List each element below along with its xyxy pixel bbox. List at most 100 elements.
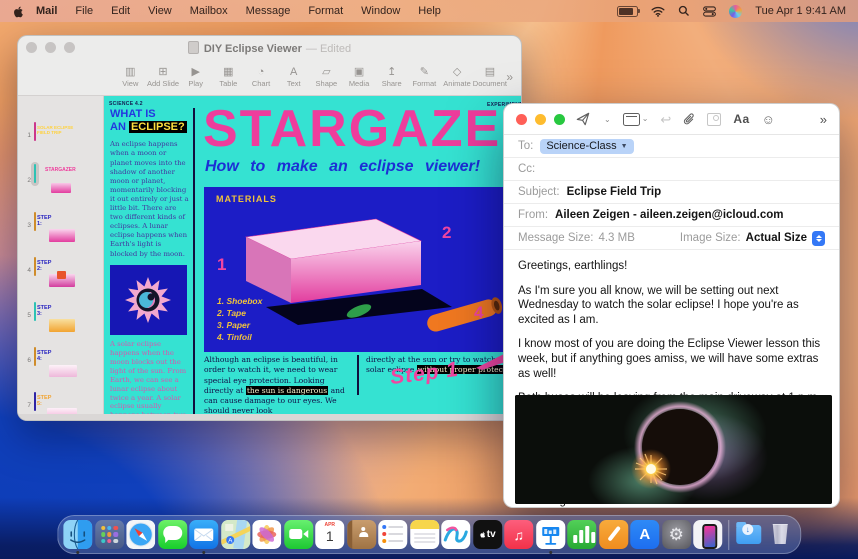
menu-item-view[interactable]: View [148, 5, 172, 17]
format-icon[interactable]: Aa [733, 112, 749, 126]
slide-divider-line [193, 108, 195, 414]
slide-thumbnail-1[interactable]: 1 SOLAR ECLIPSE FIELD TRIP [18, 99, 103, 144]
dock-icon-system-settings[interactable]: ⚙ [662, 520, 691, 549]
slide-thumbnail-2-selected[interactable]: 2 STARGAZER [18, 144, 103, 189]
materials-heading: MATERIALS [216, 194, 277, 204]
view-icon: ▥ [125, 67, 135, 78]
zoom-button[interactable] [554, 114, 565, 125]
message-size-label: Message Size: [518, 232, 593, 244]
control-center-icon[interactable] [703, 6, 716, 17]
slide-canvas[interactable]: SCIENCE 4.2 EXPERIMENT #11 WHAT IS AN EC… [104, 96, 521, 414]
search-icon[interactable] [678, 5, 690, 17]
send-icon[interactable] [576, 112, 590, 126]
toolbar-add-slide-button[interactable]: ⊞Add Slide [147, 67, 180, 88]
dock-icon-photos[interactable] [252, 520, 281, 549]
apple-menu-icon[interactable] [12, 4, 25, 19]
download-arrow-icon: ↓ [742, 524, 753, 535]
figure-number-4: 4 [474, 303, 483, 323]
send-options-chevron-icon[interactable]: ⌄ [604, 115, 611, 124]
dock-icon-notes[interactable] [410, 520, 439, 549]
dock-icon-iphone-mirroring[interactable] [693, 520, 722, 549]
add-slide-icon: ⊞ [158, 67, 167, 78]
menu-clock[interactable]: Tue Apr 1 9:41 AM [755, 5, 846, 17]
dock-icon-contacts[interactable] [347, 520, 376, 549]
body-paragraph: I know most of you are doing the Eclipse… [518, 337, 825, 381]
dock-icon-launchpad[interactable] [95, 520, 124, 549]
toolbar-share-button[interactable]: ↥Share [375, 67, 408, 88]
slide-title: STARGAZER [203, 103, 521, 155]
message-size-value: 4.3 MB [598, 232, 634, 244]
dock-icon-keynote[interactable] [536, 520, 565, 549]
toolbar-format-button[interactable]: ✎Format [408, 67, 441, 88]
toolbar-document-button[interactable]: ▤Document [473, 67, 506, 88]
minimize-button[interactable] [535, 114, 546, 125]
toolbar-view-button[interactable]: ▥View [114, 67, 147, 88]
toolbar-overflow-button[interactable]: » [506, 70, 513, 84]
warning-paragraph-left: Although an eclipse is beautiful, in ord… [204, 355, 354, 414]
calendar-day: 1 [315, 528, 344, 544]
cc-field[interactable]: Cc: [504, 158, 839, 181]
share-icon: ↥ [387, 67, 396, 78]
menu-item-mailbox[interactable]: Mailbox [190, 5, 228, 17]
dock-icon-pages[interactable] [599, 520, 628, 549]
dock-icon-safari[interactable] [126, 520, 155, 549]
menu-item-file[interactable]: File [75, 5, 93, 17]
mail-compose-window: ⌄ ⌄ ↩ Aa ☺ » To: Science-Class▼ Cc: Subj… [503, 103, 840, 508]
image-size-dropdown[interactable] [812, 231, 825, 246]
wifi-icon[interactable] [651, 6, 665, 17]
menu-item-message[interactable]: Message [246, 5, 291, 17]
tv-label: tv [487, 529, 496, 540]
recipient-token[interactable]: Science-Class▼ [540, 139, 633, 154]
dock-icon-maps[interactable]: A [221, 520, 250, 549]
slide-navigator: 1 SOLAR ECLIPSE FIELD TRIP 2 STARGAZER 3… [18, 96, 104, 414]
dock-icon-downloads[interactable]: ↓ [734, 520, 763, 549]
dock-icon-mail[interactable] [189, 520, 218, 549]
dock-icon-freeform[interactable] [441, 520, 470, 549]
battery-icon[interactable] [617, 6, 638, 17]
more-toolbar-icon[interactable]: » [820, 112, 827, 127]
slide-heading: WHAT IS AN ECLIPSE? [110, 108, 190, 133]
slide-thumbnail-3[interactable]: 3 STEP 1: [18, 189, 103, 234]
dock-icon-trash[interactable] [766, 520, 795, 549]
close-button[interactable] [516, 114, 527, 125]
toolbar-shape-button[interactable]: ▱Shape [310, 67, 343, 88]
toolbar-table-button[interactable]: ▦Table [212, 67, 245, 88]
toolbar-text-button[interactable]: AText [277, 67, 310, 88]
emoji-icon[interactable]: ☺ [762, 113, 775, 126]
eclipse-photo-attachment[interactable] [515, 395, 832, 504]
keynote-toolbar: ▥View ⊞Add Slide ▶Play ▦Table ◔Chart ATe… [18, 59, 521, 95]
dock-icon-numbers[interactable] [567, 520, 596, 549]
desktop-wallpaper: Mail File Edit View Mailbox Message Form… [0, 0, 858, 559]
toolbar-media-button[interactable]: ▣Media [343, 67, 376, 88]
dock-icon-music[interactable]: ♫ [504, 520, 533, 549]
menu-item-help[interactable]: Help [418, 5, 441, 17]
from-field[interactable]: From: Aileen Zeigen - aileen.zeigen@iclo… [504, 204, 839, 227]
dock-icon-messages[interactable] [158, 520, 187, 549]
dock-icon-tv[interactable]: tv [473, 520, 502, 549]
menu-item-edit[interactable]: Edit [111, 5, 130, 17]
header-fields-icon[interactable]: ⌄ [623, 113, 649, 126]
menu-bar: Mail File Edit View Mailbox Message Form… [0, 0, 858, 22]
dock-icon-app-store[interactable]: A [630, 520, 659, 549]
menu-item-mail[interactable]: Mail [36, 5, 57, 17]
keynote-window: DIY Eclipse Viewer— Edited ▥View ⊞Add Sl… [17, 35, 522, 421]
to-field[interactable]: To: Science-Class▼ [504, 135, 839, 158]
keynote-window-bottom-edge [18, 414, 521, 420]
toolbar-chart-button[interactable]: ◔Chart [245, 67, 278, 88]
running-indicator [549, 551, 552, 554]
dock-icon-facetime[interactable] [284, 520, 313, 549]
subject-field[interactable]: Subject: Eclipse Field Trip [504, 181, 839, 204]
image-size-value: Actual Size [746, 232, 807, 244]
body-paragraph: As I'm sure you all know, we will be set… [518, 284, 825, 328]
siri-icon[interactable] [729, 5, 742, 18]
body-paragraph: Greetings, earthlings! [518, 259, 825, 274]
attach-icon[interactable] [683, 113, 695, 126]
menu-item-format[interactable]: Format [308, 5, 343, 17]
menu-item-window[interactable]: Window [361, 5, 400, 17]
toolbar-animate-button[interactable]: ◇Animate [441, 67, 474, 88]
dock-icon-finder[interactable] [63, 520, 92, 549]
materials-list: 1. Shoebox 2. Tape 3. Paper 4. Tinfoil [217, 295, 262, 343]
dock-icon-calendar[interactable]: APR 1 [315, 520, 344, 549]
dock-icon-reminders[interactable] [378, 520, 407, 549]
toolbar-play-button[interactable]: ▶Play [179, 67, 212, 88]
